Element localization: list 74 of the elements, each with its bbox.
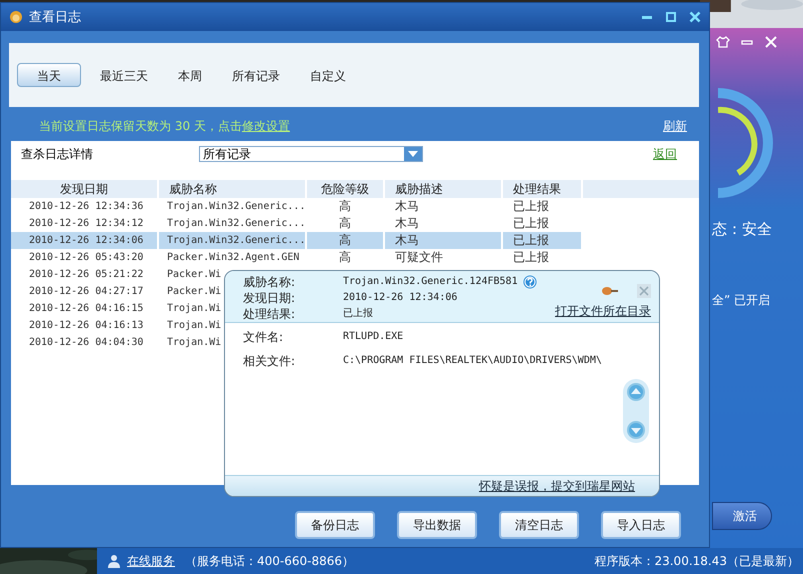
table-cell-text: 可疑文件 <box>394 249 444 266</box>
table-cell-text: 2010-12-26 12:34:36 <box>28 200 144 214</box>
activate-button[interactable]: 激活 <box>712 502 772 530</box>
table-cell-text: 高 <box>338 198 352 215</box>
table-cell-text: Trojan.Wi <box>166 302 222 316</box>
log-action-button[interactable]: 导出数据 <box>397 511 477 539</box>
record-filter-dropdown[interactable]: 所有记录 <box>199 146 423 162</box>
table-cell-text: 已上报 <box>512 215 550 232</box>
table-cell-text: 高 <box>338 215 352 232</box>
maximize-icon[interactable] <box>665 11 677 23</box>
field-label: 相关文件: <box>243 353 296 369</box>
table-cell-text: 2010-12-26 05:21:22 <box>28 268 144 282</box>
table-cell-text: 2010-12-26 04:27:17 <box>28 285 144 299</box>
table-cell-text: 木马 <box>394 198 420 215</box>
log-action-button[interactable]: 导入日志 <box>601 511 681 539</box>
field-label: 处理结果: <box>243 306 296 322</box>
table-cell-text: 2010-12-26 04:16:13 <box>28 319 144 333</box>
open-folder-link[interactable]: 打开文件所在目录 <box>555 303 651 320</box>
version-text: 程序版本：23.00.18.43（已是最新） <box>594 552 799 570</box>
close-icon[interactable] <box>689 11 701 23</box>
service-phone-text: （服务电话：400-660-8866） <box>185 552 354 570</box>
field-value: 2010-12-26 12:34:06 <box>343 291 458 305</box>
table-cell-text: Trojan.Win32.Generic... <box>166 217 306 231</box>
table-cell-text: 2010-12-26 12:34:12 <box>28 217 144 231</box>
lion-logo-icon <box>9 10 23 24</box>
column-header[interactable]: 危险等级 <box>307 180 385 198</box>
online-service-link[interactable]: 在线服务 <box>127 552 175 570</box>
window-title: 查看日志 <box>29 9 81 26</box>
field-value: 已上报 <box>343 306 374 321</box>
table-cell: 已上报 <box>503 232 583 249</box>
column-header[interactable]: 发现日期 <box>11 180 159 198</box>
column-header[interactable]: 处理结果 <box>503 180 583 198</box>
person-icon <box>107 554 121 568</box>
column-header[interactable]: 威胁描述 <box>385 180 503 198</box>
help-icon[interactable] <box>522 275 537 289</box>
date-range-tab[interactable]: 当天 <box>17 63 81 87</box>
feature-status-text: 全” 已开启 <box>712 292 770 309</box>
field-label: 威胁名称: <box>243 274 296 290</box>
table-cell: 高 <box>307 232 385 249</box>
table-cell-text: Trojan.Wi <box>166 336 222 350</box>
column-header[interactable]: 威胁名称 <box>159 180 307 198</box>
field-value: RTLUPD.EXE <box>343 330 404 344</box>
table-cell-text: 高 <box>338 249 352 266</box>
date-range-tab[interactable]: 自定义 <box>299 63 357 87</box>
status-text: 态：安全 <box>712 220 772 239</box>
field-label: 发现日期: <box>243 290 296 306</box>
table-cell-text: 2010-12-26 04:16:15 <box>28 302 144 316</box>
date-range-tab[interactable]: 所有记录 <box>221 63 291 87</box>
log-action-button[interactable]: 备份日志 <box>295 511 375 539</box>
back-link[interactable]: 返回 <box>653 146 677 162</box>
date-range-tab[interactable]: 最近三天 <box>89 63 159 87</box>
table-cell: Trojan.Win32.Generic... <box>159 232 307 249</box>
table-cell-text: Packer.Wi <box>166 268 222 282</box>
table-cell-text: 木马 <box>394 215 420 232</box>
table-cell-text: Trojan.Win32.Generic... <box>166 200 306 214</box>
log-action-button[interactable]: 清空日志 <box>499 511 579 539</box>
pin-icon[interactable] <box>601 286 619 296</box>
table-cell: 木马 <box>385 232 503 249</box>
shirt-icon <box>716 36 730 48</box>
field-label: 文件名: <box>243 329 284 345</box>
date-range-tab[interactable]: 本周 <box>167 63 213 87</box>
table-cell-text: Packer.Wi <box>166 285 222 299</box>
filter-label: 查杀日志详情 <box>21 146 94 162</box>
table-cell-text: Trojan.Wi <box>166 319 222 333</box>
table-cell-text: 2010-12-26 05:43:20 <box>28 251 144 265</box>
refresh-link[interactable]: 刷新 <box>663 118 687 134</box>
table-cell-text: Packer.Win32.Agent.GEN <box>166 251 300 265</box>
table-cell-text: 2010-12-26 04:04:30 <box>28 336 144 350</box>
table-cell: 2010-12-26 12:34:06 <box>11 232 159 249</box>
field-value: C:\PROGRAM FILES\REALTEK\AUDIO\DRIVERS\WDM\ <box>343 354 603 368</box>
retention-notice: 当前设置日志保留天数为 30 天，点击修改设置 <box>39 118 291 134</box>
table-cell-text: 已上报 <box>512 249 550 266</box>
field-value: Trojan.Win32.Generic.124FB581 <box>343 274 555 290</box>
table-cell-text: 已上报 <box>512 198 550 215</box>
